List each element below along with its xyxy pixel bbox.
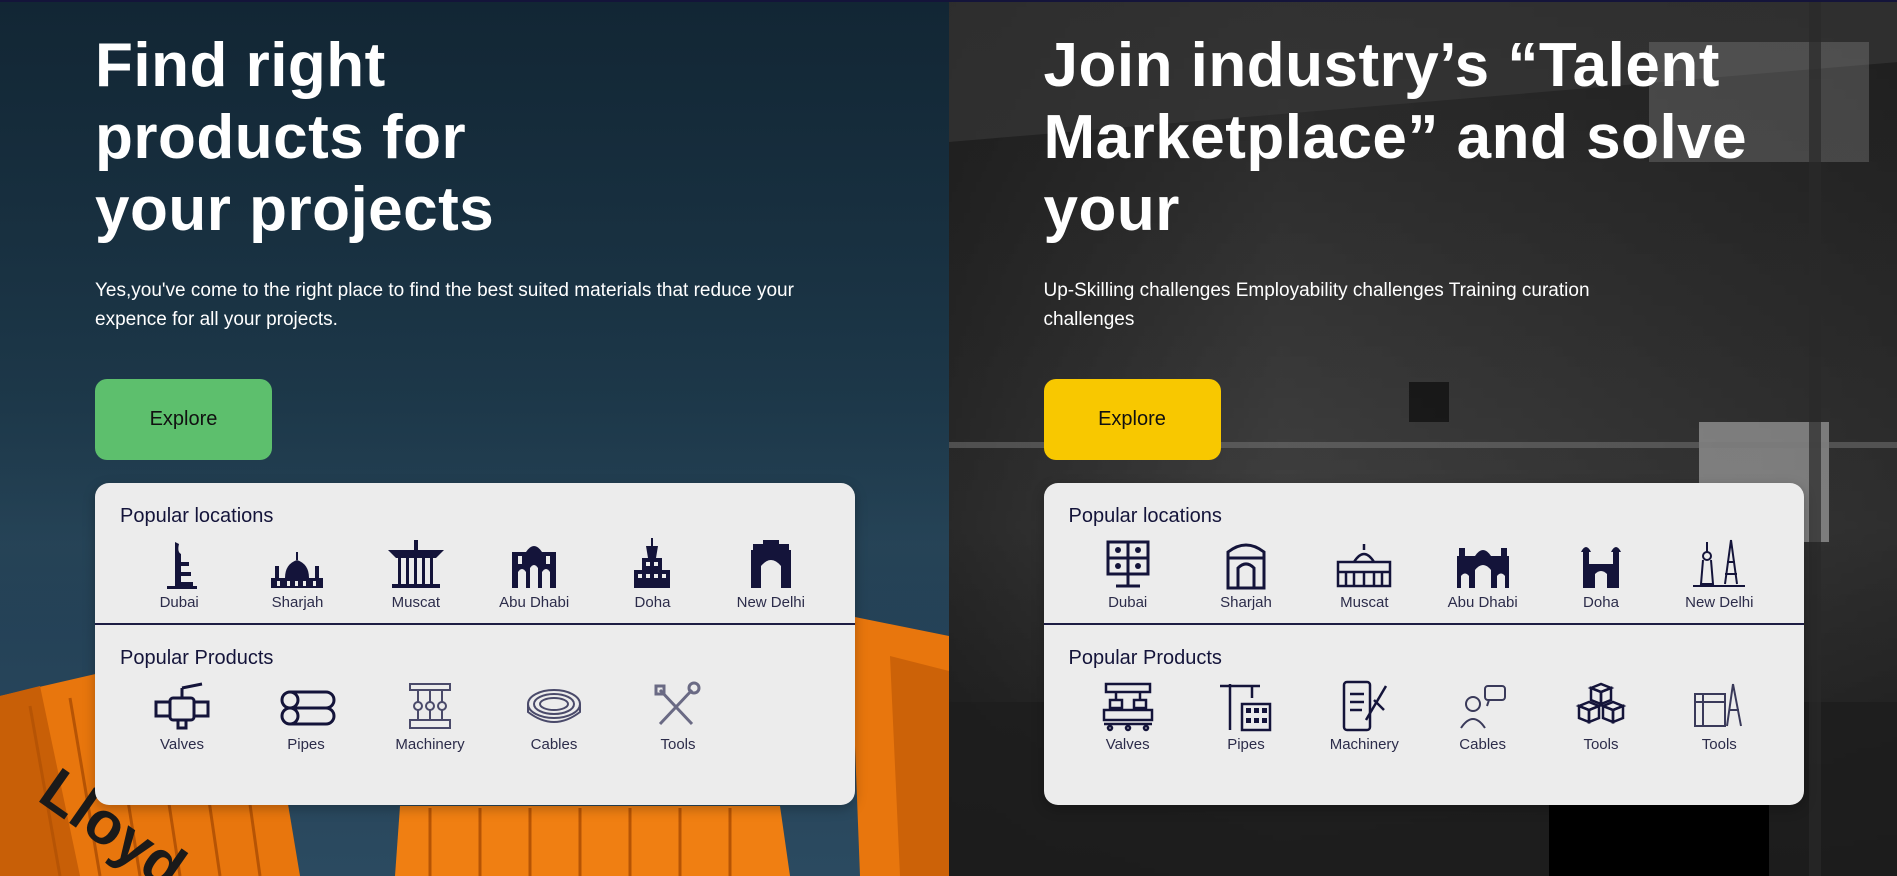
talent-product-machinery[interactable]: Machinery xyxy=(1305,680,1423,753)
boxes-icon xyxy=(1575,682,1627,724)
location-dubai[interactable]: Dubai xyxy=(120,538,238,611)
talent-product-pipes[interactable]: Pipes xyxy=(1187,680,1305,753)
cable-icon xyxy=(527,689,581,723)
india-gate-icon xyxy=(750,540,791,588)
talent-location-doha[interactable]: Doha xyxy=(1542,538,1660,611)
products-explore-button[interactable]: Explore xyxy=(95,379,272,460)
talent-location-abu-dhabi[interactable]: Abu Dhabi xyxy=(1423,538,1541,611)
talent-popular-locations-title: Popular locations xyxy=(1068,505,1222,527)
talent-location-new-delhi[interactable]: New Delhi xyxy=(1660,538,1778,611)
conveyor-icon xyxy=(1102,682,1153,732)
location-new-delhi[interactable]: New Delhi xyxy=(712,538,830,611)
location-muscat[interactable]: Muscat xyxy=(357,538,475,611)
pavilion-icon xyxy=(387,540,444,588)
location-doha[interactable]: Doha xyxy=(593,538,711,611)
machinery-icon xyxy=(409,683,451,729)
product-valves[interactable]: Valves xyxy=(120,680,244,753)
presentation-board-icon xyxy=(1106,540,1150,588)
talent-product-cables[interactable]: Cables xyxy=(1423,680,1541,753)
blueprint-icon xyxy=(1694,683,1743,727)
products-hero-content: Find right products for your projects Ye… xyxy=(95,30,855,460)
mosque-icon xyxy=(271,552,324,588)
talent-explore-button[interactable]: Explore xyxy=(1043,379,1221,460)
tablet-design-icon xyxy=(1343,680,1388,732)
popular-locations-title: Popular locations xyxy=(120,505,274,527)
talent-hero-panel: Join industry’s “Talent Marketplace” and… xyxy=(948,2,1897,876)
product-cables[interactable]: Cables xyxy=(492,680,616,753)
gateway-icon xyxy=(1456,548,1509,588)
talent-hero-description: Up-Skilling challenges Employability cha… xyxy=(1043,280,1590,330)
products-hero-panel: Lloyd Find right products for your proje… xyxy=(0,2,949,876)
talent-popular-products-section: Popular Products Valves Pipes Machinery xyxy=(1043,623,1804,805)
talent-product-tools-blueprint[interactable]: Tools xyxy=(1660,680,1778,753)
products-popular-card: Popular locations Dubai Sharjah Muscat A… xyxy=(95,483,855,805)
tools-icon xyxy=(654,681,701,726)
product-pipes[interactable]: Pipes xyxy=(244,680,368,753)
talent-popular-products-title: Popular Products xyxy=(1068,647,1222,669)
product-machinery[interactable]: Machinery xyxy=(368,680,492,753)
talent-location-sharjah[interactable]: Sharjah xyxy=(1187,538,1305,611)
location-abu-dhabi[interactable]: Abu Dhabi xyxy=(475,538,593,611)
chat-user-icon xyxy=(1459,685,1506,729)
popular-products-section: Popular Products Valves Pipes Machinery xyxy=(95,623,855,805)
minaret-icon xyxy=(1580,547,1621,588)
tower-icon xyxy=(634,538,671,588)
hero-split: Lloyd Find right products for your proje… xyxy=(0,0,1897,876)
burj-al-arab-icon xyxy=(167,542,198,589)
liberty-eiffel-icon xyxy=(1693,539,1746,587)
products-hero-title: Find right products for your projects xyxy=(95,31,495,244)
palace-icon xyxy=(1337,544,1392,588)
talent-location-dubai[interactable]: Dubai xyxy=(1069,538,1187,611)
gate-icon xyxy=(1226,543,1266,590)
talent-popular-locations-section: Popular locations Dubai Sharjah Muscat A… xyxy=(1044,483,1804,623)
palace-icon xyxy=(512,546,557,588)
pipes-icon xyxy=(280,690,336,726)
talent-location-muscat[interactable]: Muscat xyxy=(1305,538,1423,611)
talent-product-valves[interactable]: Valves xyxy=(1069,680,1187,753)
talent-hero-title: Join industry’s “Talent Marketplace” and… xyxy=(1043,31,1748,244)
product-tools[interactable]: Tools xyxy=(616,680,740,753)
talent-product-tools-boxes[interactable]: Tools xyxy=(1542,680,1660,753)
crane-building-icon xyxy=(1219,684,1272,732)
popular-products-title: Popular Products xyxy=(120,647,274,669)
products-hero-description: Yes,you've come to the right place to fi… xyxy=(95,280,794,330)
talent-hero-content: Join industry’s “Talent Marketplace” and… xyxy=(1043,30,1804,460)
talent-popular-card: Popular locations Dubai Sharjah Muscat A… xyxy=(1043,483,1804,805)
popular-locations-section: Popular locations Dubai Sharjah Muscat A… xyxy=(95,483,855,623)
location-sharjah[interactable]: Sharjah xyxy=(238,538,356,611)
valve-icon xyxy=(154,682,210,730)
